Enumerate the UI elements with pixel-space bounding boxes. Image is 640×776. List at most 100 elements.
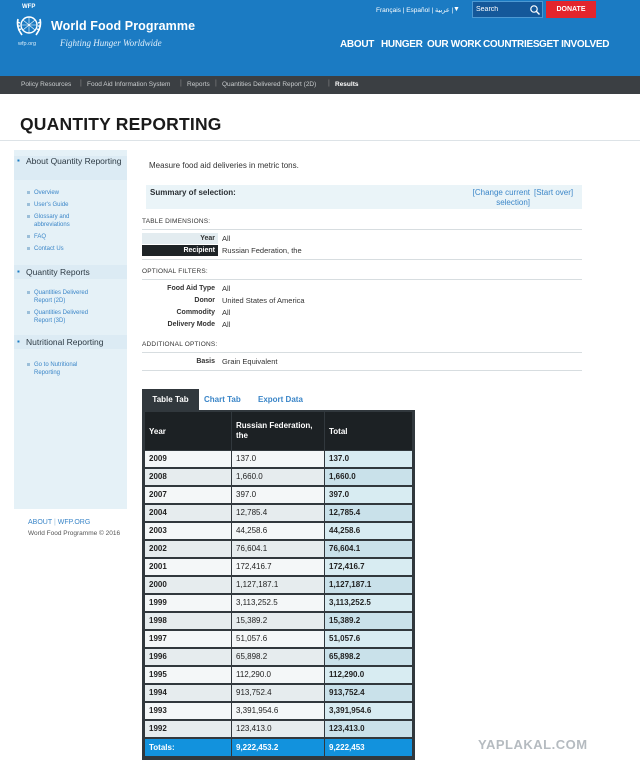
column-header-year[interactable]: Year (145, 412, 231, 450)
filter-value: All (222, 308, 231, 317)
table-cell-value: 1,660.0 (232, 469, 324, 485)
sidebar-link-label: Quantities Delivered Report (2D) (34, 290, 89, 304)
square-bullet-icon (27, 191, 30, 194)
sidebar-link-nutritional[interactable]: Go to Nutritional Reporting (27, 361, 98, 377)
brand-title[interactable]: World Food Programme (51, 19, 195, 33)
table-cell-year: 1999 (145, 595, 231, 611)
sidebar-link-report-3d[interactable]: Quantities Delivered Report (3D) (27, 309, 106, 325)
logo-small-text: WFP (22, 4, 36, 10)
table-cell-value: 76,604.1 (232, 541, 324, 557)
table-cell-year: 1992 (145, 721, 231, 737)
table-cell-year: 2003 (145, 523, 231, 539)
sidebar-link-glossary[interactable]: Glossary and abbreviations (27, 213, 94, 229)
totals-value: 9,222,453.2 (232, 739, 324, 756)
tab-table[interactable]: Table Tab (142, 389, 199, 410)
column-header-label: Year (149, 427, 166, 436)
sidebar-section-quantity-reports[interactable]: ▪ Quantity Reports (14, 265, 127, 279)
filter-value: All (222, 284, 231, 293)
filter-row: Donor United States of America (142, 295, 582, 306)
breadcrumb-item[interactable]: Policy Resources (21, 81, 71, 88)
dimension-key: Recipient (142, 245, 218, 256)
square-bullet-icon (27, 215, 30, 218)
section-label-optional-filters: OPTIONAL FILTERS: (142, 268, 208, 275)
nav-item-countries[interactable]: COUNTRIES (483, 39, 540, 50)
breadcrumb-item[interactable]: Food Aid Information System (87, 81, 170, 88)
filter-value: All (222, 320, 231, 329)
square-bullet-icon (27, 235, 30, 238)
sidebar-link-report-2d[interactable]: Quantities Delivered Report (2D) (27, 289, 106, 305)
sidebar-link-label: Quantities Delivered Report (3D) (34, 310, 89, 324)
table-cell-value: 51,057.6 (232, 631, 324, 647)
column-header-recipient[interactable]: Russian Federation, the (232, 412, 324, 450)
search-input[interactable] (476, 4, 528, 15)
dimension-key: Year (142, 233, 218, 244)
table-cell-total: 15,389.2 (325, 613, 412, 629)
search-box[interactable] (472, 1, 543, 18)
chevron-down-icon[interactable]: ▼ (453, 6, 460, 13)
table-cell-total: 65,898.2 (325, 649, 412, 665)
table-cell-total: 112,290.0 (325, 667, 412, 683)
nav-item-about[interactable]: ABOUT (340, 39, 374, 50)
divider (142, 279, 582, 280)
nav-item-hunger[interactable]: HUNGER (381, 39, 423, 50)
table-cell-value: 913,752.4 (232, 685, 324, 701)
tab-chart[interactable]: Chart Tab (204, 395, 241, 404)
table-cell-total: 1,660.0 (325, 469, 412, 485)
table-cell-value: 15,389.2 (232, 613, 324, 629)
measure-description: Measure food aid deliveries in metric to… (149, 161, 299, 170)
table-cell-total: 3,113,252.5 (325, 595, 412, 611)
language-links[interactable]: Français | Español | عربية | (376, 6, 453, 14)
divider (142, 259, 582, 260)
breadcrumb-item[interactable]: Quantities Delivered Report (2D) (222, 81, 316, 88)
nav-item-our-work[interactable]: OUR WORK (427, 39, 482, 50)
donate-button[interactable]: DONATE (546, 1, 596, 18)
tab-export-data[interactable]: Export Data (258, 395, 303, 404)
change-selection-link[interactable]: [Change current selection] (458, 188, 530, 208)
dimension-value: All (222, 234, 231, 243)
sidebar-section-nutritional[interactable]: ▪ Nutritional Reporting (14, 335, 127, 349)
sidebar-link-faq[interactable]: FAQ (27, 233, 124, 241)
bullet-icon: ▪ (17, 267, 20, 276)
sidebar-link-label: FAQ (34, 234, 47, 240)
dimension-row: Recipient Russian Federation, the (142, 245, 582, 256)
bullet-icon: ▪ (17, 156, 20, 165)
start-over-link[interactable]: [Start over] (534, 188, 573, 197)
table-cell-year: 1993 (145, 703, 231, 719)
sidebar-link-label: Contact Us (34, 246, 64, 252)
footer-about-link[interactable]: ABOUT (28, 519, 52, 526)
table-cell-total: 913,752.4 (325, 685, 412, 701)
watermark-text: YAPLAKAL.COM (478, 737, 588, 752)
filter-row: Delivery Mode All (142, 319, 582, 330)
table-cell-total: 12,785.4 (325, 505, 412, 521)
table-cell-value: 3,391,954.6 (232, 703, 324, 719)
table-cell-total: 76,604.1 (325, 541, 412, 557)
sidebar-section-title: Quantity Reports (26, 267, 90, 277)
dimension-value: Russian Federation, the (222, 246, 302, 255)
dimension-row: Year All (142, 233, 582, 244)
filter-key: Food Aid Type (167, 285, 215, 292)
column-header-total[interactable]: Total (325, 412, 412, 450)
sidebar-section-title: About Quantity Reporting (26, 156, 122, 166)
sidebar-link-contact-us[interactable]: Contact Us (27, 245, 124, 253)
nav-item-get-involved[interactable]: GET INVOLVED (539, 39, 609, 50)
sidebar-link-users-guide[interactable]: User's Guide (27, 201, 124, 209)
table-cell-total: 1,127,187.1 (325, 577, 412, 593)
bullet-icon: ▪ (17, 337, 20, 346)
sidebar-section-about[interactable]: ▪ About Quantity Reporting (14, 156, 127, 180)
sidebar-link-overview[interactable]: Overview (27, 189, 124, 197)
breadcrumb-separator: | (215, 80, 217, 87)
filter-row: Commodity All (142, 307, 582, 318)
footer-wfp-link[interactable]: WFP.ORG (58, 519, 91, 526)
table-cell-value: 44,258.6 (232, 523, 324, 539)
wfp-laurel-logo-icon[interactable] (14, 11, 44, 39)
search-icon[interactable] (529, 4, 541, 16)
sidebar-link-label: Go to Nutritional Reporting (34, 362, 78, 376)
breadcrumb-item[interactable]: Reports (187, 81, 210, 88)
option-row: Basis Grain Equivalent (142, 356, 582, 367)
square-bullet-icon (27, 311, 30, 314)
column-header-label: Total (329, 427, 348, 436)
sidebar-link-label: Overview (34, 190, 60, 196)
table-cell-total: 172,416.7 (325, 559, 412, 575)
table-cell-value: 112,290.0 (232, 667, 324, 683)
footer-copyright: World Food Programme © 2016 (28, 530, 121, 537)
